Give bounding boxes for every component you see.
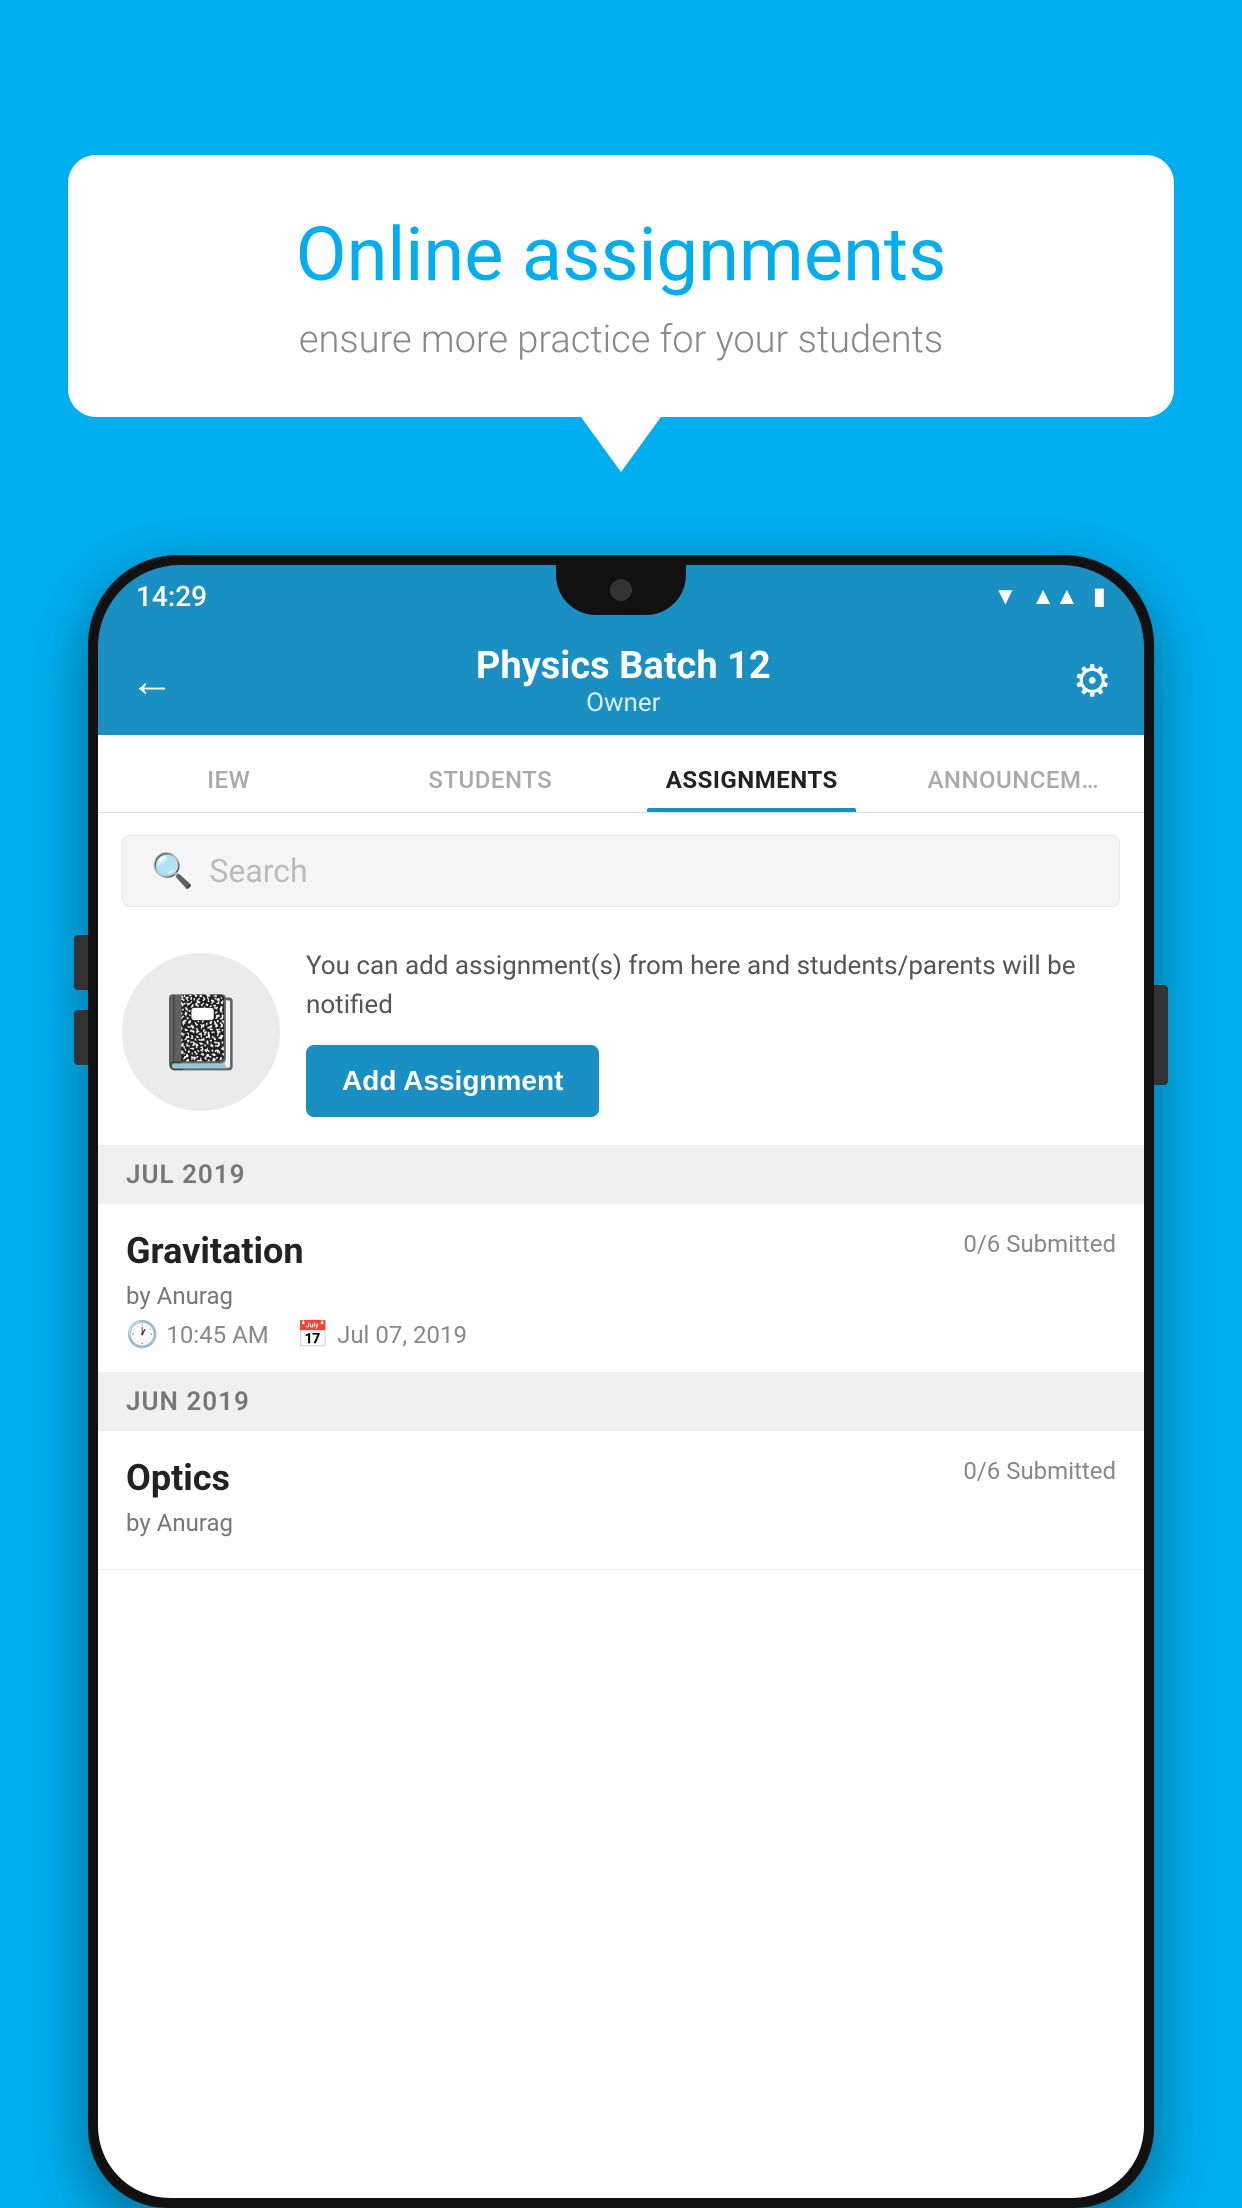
clock-icon: 🕐: [126, 1320, 158, 1350]
status-time: 14:29: [136, 580, 207, 613]
phone-inner: 14:29 ▼ ▲▲ ▮ ← Physics Batch 12 Owner ⚙ …: [98, 565, 1144, 2198]
search-bar-container: 🔍 Search: [98, 813, 1144, 929]
tab-assignments[interactable]: ASSIGNMENTS: [621, 766, 883, 812]
speech-bubble-title: Online assignments: [138, 215, 1104, 296]
assignment-submitted-optics: 0/6 Submitted: [963, 1457, 1116, 1485]
speech-bubble-arrow: [581, 417, 661, 472]
battery-icon: ▮: [1093, 582, 1106, 610]
notch: [556, 565, 686, 615]
screen-content: 🔍 Search 📓 You can add assignment(s) fro…: [98, 813, 1144, 2198]
promo-section: 📓 You can add assignment(s) from here an…: [98, 929, 1144, 1146]
speech-bubble: Online assignments ensure more practice …: [68, 155, 1174, 417]
assignment-item-optics[interactable]: Optics 0/6 Submitted by Anurag: [98, 1431, 1144, 1570]
meta-time: 🕐 10:45 AM: [126, 1320, 269, 1350]
assignment-time: 10:45 AM: [166, 1321, 268, 1349]
back-button[interactable]: ←: [130, 655, 174, 707]
volume-up-button[interactable]: [74, 935, 88, 990]
add-assignment-button[interactable]: Add Assignment: [306, 1045, 599, 1117]
month-header-jul: JUL 2019: [98, 1146, 1144, 1204]
calendar-icon: 📅: [297, 1320, 329, 1350]
assignment-submitted: 0/6 Submitted: [963, 1230, 1116, 1258]
assignment-date: Jul 07, 2019: [337, 1321, 467, 1349]
assignment-top: Gravitation 0/6 Submitted: [126, 1230, 1116, 1272]
header-subtitle: Owner: [174, 688, 1073, 718]
power-button[interactable]: [1154, 985, 1168, 1085]
assignment-item-gravitation[interactable]: Gravitation 0/6 Submitted by Anurag 🕐 10…: [98, 1204, 1144, 1373]
search-bar[interactable]: 🔍 Search: [122, 835, 1120, 907]
signal-icon: ▲▲: [1031, 582, 1079, 611]
phone-frame: 14:29 ▼ ▲▲ ▮ ← Physics Batch 12 Owner ⚙ …: [88, 555, 1154, 2208]
meta-date: 📅 Jul 07, 2019: [297, 1320, 467, 1350]
front-camera: [610, 579, 632, 601]
tab-iew[interactable]: IEW: [98, 766, 360, 812]
assignment-meta: 🕐 10:45 AM 📅 Jul 07, 2019: [126, 1320, 1116, 1350]
promo-text: You can add assignment(s) from here and …: [306, 947, 1120, 1025]
side-buttons-left: [74, 935, 88, 1065]
volume-down-button[interactable]: [74, 1010, 88, 1065]
assignment-by-optics: by Anurag: [126, 1509, 1116, 1537]
status-icons: ▼ ▲▲ ▮: [994, 582, 1107, 611]
tabs-bar: IEW STUDENTS ASSIGNMENTS ANNOUNCEM…: [98, 735, 1144, 813]
header-title: Physics Batch 12: [174, 644, 1073, 688]
month-header-jun: JUN 2019: [98, 1373, 1144, 1431]
wifi-icon: ▼: [994, 582, 1018, 611]
app-header: ← Physics Batch 12 Owner ⚙: [98, 627, 1144, 735]
speech-bubble-container: Online assignments ensure more practice …: [68, 155, 1174, 472]
header-center: Physics Batch 12 Owner: [174, 644, 1073, 718]
notebook-icon: 📓: [156, 990, 246, 1075]
assignment-by: by Anurag: [126, 1282, 1116, 1310]
side-buttons-right: [1154, 985, 1168, 1085]
assignment-title-optics: Optics: [126, 1457, 230, 1499]
status-bar: 14:29 ▼ ▲▲ ▮: [98, 565, 1144, 627]
settings-icon[interactable]: ⚙: [1073, 655, 1112, 707]
speech-bubble-subtitle: ensure more practice for your students: [138, 318, 1104, 362]
assignment-title: Gravitation: [126, 1230, 304, 1272]
tab-students[interactable]: STUDENTS: [360, 766, 622, 812]
search-placeholder: Search: [209, 852, 307, 890]
promo-right: You can add assignment(s) from here and …: [306, 947, 1120, 1117]
assignment-top-optics: Optics 0/6 Submitted: [126, 1457, 1116, 1499]
promo-icon-circle: 📓: [122, 953, 280, 1111]
tab-announcements[interactable]: ANNOUNCEM…: [883, 766, 1145, 812]
search-icon: 🔍: [151, 851, 193, 891]
